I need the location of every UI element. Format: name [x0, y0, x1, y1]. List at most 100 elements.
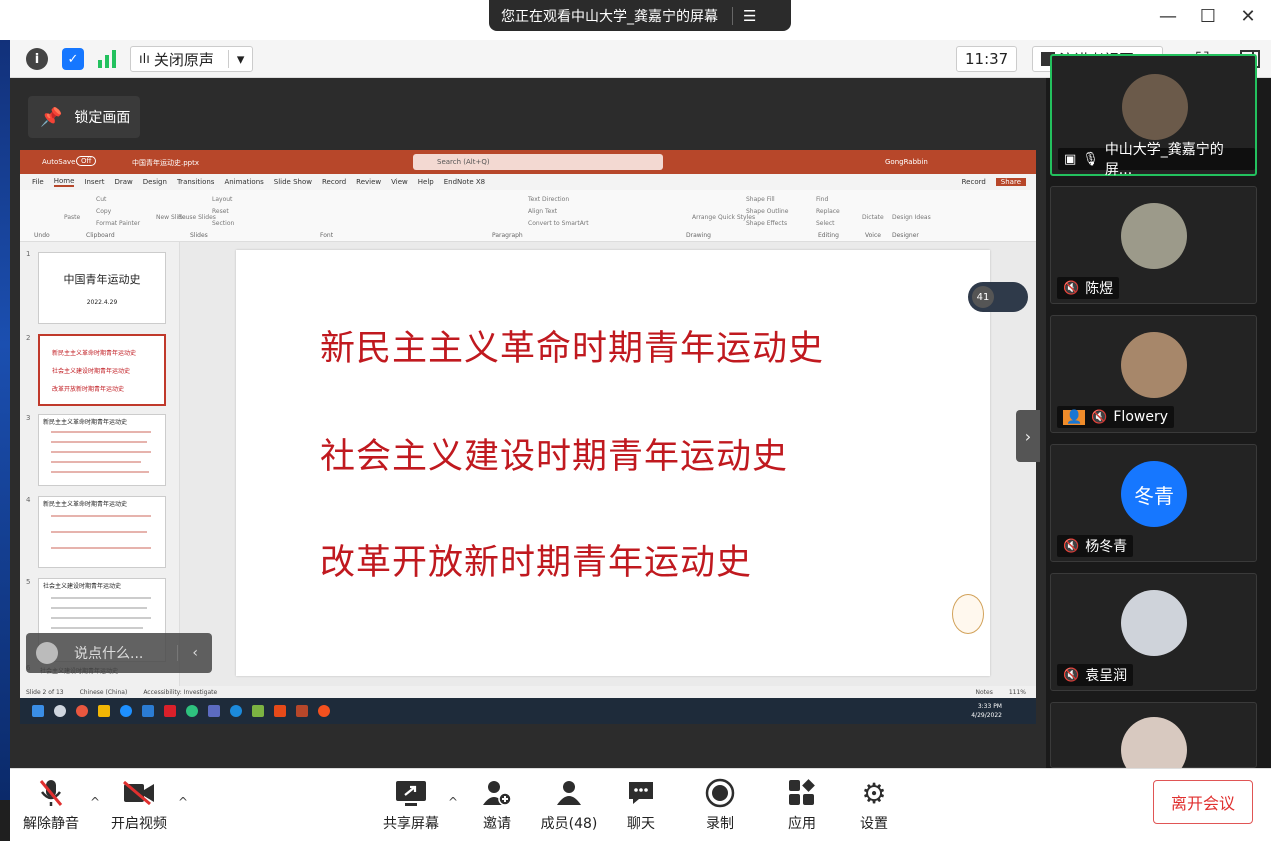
settings-button[interactable]: ⚙ 设置	[839, 777, 909, 833]
ribbon-reset[interactable]: Reset	[212, 208, 229, 215]
ribbon-smartart[interactable]: Convert to SmartArt	[528, 220, 589, 227]
ppt-menu-animations[interactable]: Animations	[224, 178, 263, 186]
unmute-button[interactable]: 解除静音	[16, 777, 86, 833]
ribbon-section[interactable]: Section	[212, 220, 234, 227]
status-zoom[interactable]: 111%	[1009, 689, 1026, 696]
start-video-button[interactable]: 开启视频	[104, 777, 174, 833]
slide-thumb-1[interactable]: 中国青年运动史 2022.4.29	[38, 252, 166, 324]
minimize-icon[interactable]: —	[1153, 6, 1183, 27]
ppt-menu-endnote[interactable]: EndNote X8	[444, 178, 485, 186]
menu-icon[interactable]: ☰	[743, 7, 756, 25]
video-options-caret[interactable]: ^	[178, 795, 188, 809]
comment-input[interactable]: 说点什么... ‹	[26, 633, 212, 673]
ribbon-shape-fill[interactable]: Shape Fill	[746, 196, 775, 203]
collapse-icon[interactable]: ‹	[177, 645, 212, 661]
ppt-share-button[interactable]: Share	[995, 178, 1026, 186]
close-icon[interactable]: ✕	[1233, 6, 1263, 27]
slide-thumb-2[interactable]: 新民主主义革命时期青年运动史 社会主义建设时期青年运动史 改革开放新时期青年运动…	[38, 334, 166, 406]
emoji-icon[interactable]	[36, 642, 58, 664]
ppt-search-input[interactable]: Search (Alt+Q)	[413, 154, 663, 170]
ribbon-shape-effects[interactable]: Shape Effects	[746, 220, 787, 227]
app-icon[interactable]	[230, 705, 242, 717]
ppt-user-name: GongRabbin	[885, 158, 928, 166]
ppt-menu-transitions[interactable]: Transitions	[177, 178, 215, 186]
maximize-icon[interactable]: ☐	[1193, 6, 1223, 27]
share-screen-button[interactable]: 共享屏幕	[376, 777, 446, 833]
ppt-menu-record[interactable]: Record	[322, 178, 346, 186]
ribbon-arrange[interactable]: Arrange	[692, 214, 716, 221]
ppt-menu-home[interactable]: Home	[53, 177, 75, 187]
status-notes[interactable]: Notes	[976, 689, 993, 696]
ppt-menu-view[interactable]: View	[391, 178, 408, 186]
signal-icon[interactable]	[96, 48, 118, 70]
app-icon[interactable]	[274, 705, 286, 717]
ribbon-find[interactable]: Find	[816, 196, 828, 203]
comment-placeholder: 说点什么...	[74, 646, 144, 662]
host-icon: 👤	[1063, 409, 1086, 425]
mascot-icon	[952, 594, 984, 634]
participant-tile[interactable]: ▣ 🎙 中山大学_龚嘉宁的屏...	[1050, 54, 1257, 178]
ppt-menu-help[interactable]: Help	[418, 178, 434, 186]
ribbon-replace[interactable]: Replace	[816, 208, 840, 215]
browser-icon[interactable]	[76, 705, 88, 717]
participant-tile[interactable]: 🔇 陈煜	[1050, 186, 1257, 304]
members-button[interactable]: 成员(48)	[534, 777, 604, 833]
record-button[interactable]: 录制	[685, 777, 755, 833]
windows-start-icon[interactable]	[32, 705, 44, 717]
share-options-caret[interactable]: ^	[448, 795, 458, 809]
word-icon[interactable]	[142, 705, 154, 717]
ribbon-layout[interactable]: Layout	[212, 196, 232, 203]
current-slide[interactable]: 新民主主义革命时期青年运动史 社会主义建设时期青年运动史 改革开放新时期青年运动…	[236, 250, 990, 676]
shield-icon[interactable]: ✓	[62, 48, 84, 70]
app-icon[interactable]	[208, 705, 220, 717]
folder-icon[interactable]	[98, 705, 110, 717]
app-icon[interactable]	[164, 705, 176, 717]
ppt-menu-design[interactable]: Design	[143, 178, 167, 186]
participant-tile[interactable]: 👤 🔇 Flowery	[1050, 315, 1257, 433]
wechat-icon[interactable]	[186, 705, 198, 717]
audio-options-caret[interactable]: ^	[90, 795, 100, 809]
invite-button[interactable]: 邀请	[462, 777, 532, 833]
ppt-menu-file[interactable]: File	[32, 178, 44, 186]
app-icon[interactable]	[318, 705, 330, 717]
apps-button[interactable]: 应用	[767, 777, 837, 833]
ribbon-shape-outline[interactable]: Shape Outline	[746, 208, 788, 215]
ribbon-align-text[interactable]: Align Text	[528, 208, 557, 215]
viewing-indicator[interactable]: 您正在观看中山大学_龚嘉宁的屏幕 ☰	[489, 0, 791, 31]
ppt-menu-slideshow[interactable]: Slide Show	[274, 178, 312, 186]
participant-name-tag: 🔇 陈煜	[1057, 277, 1120, 299]
lock-screen-button[interactable]: 📌 锁定画面	[28, 96, 140, 138]
ribbon-select[interactable]: Select	[816, 220, 835, 227]
chat-icon	[606, 777, 676, 809]
ribbon-format-painter[interactable]: Format Painter	[96, 220, 140, 227]
slide-text-line-3: 改革开放新时期青年运动史	[320, 543, 753, 583]
ppt-menu-draw[interactable]: Draw	[114, 178, 132, 186]
ribbon-design-ideas[interactable]: Design Ideas	[892, 214, 931, 221]
leave-meeting-button[interactable]: 离开会议	[1153, 780, 1253, 824]
ribbon-text-direction[interactable]: Text Direction	[528, 196, 569, 203]
ppt-record-button[interactable]: Record	[962, 178, 986, 186]
info-icon[interactable]: i	[26, 48, 48, 70]
chevron-down-icon[interactable]: ▾	[227, 50, 244, 68]
ribbon-reuse-slides[interactable]: Reuse Slides	[178, 214, 216, 221]
ribbon-paste[interactable]: Paste	[64, 214, 80, 221]
status-accessibility[interactable]: Accessibility: Investigate	[143, 689, 217, 696]
ribbon-copy[interactable]: Copy	[96, 208, 111, 215]
participant-tile[interactable]	[1050, 702, 1257, 783]
autosave-toggle[interactable]: Off	[76, 156, 97, 166]
slide-thumb-4[interactable]: 新民主主义革命时期青年运动史	[38, 496, 166, 568]
powerpoint-icon[interactable]	[296, 705, 308, 717]
expand-panel-icon[interactable]: ›	[1016, 410, 1040, 462]
chat-button[interactable]: 聊天	[606, 777, 676, 833]
participant-tile[interactable]: 冬青 🔇 杨冬青	[1050, 444, 1257, 562]
ppt-menu-insert[interactable]: Insert	[84, 178, 104, 186]
ribbon-cut[interactable]: Cut	[96, 196, 106, 203]
mute-original-button[interactable]: ılı 关闭原声 ▾	[130, 46, 254, 72]
edge-icon[interactable]	[120, 705, 132, 717]
app-icon[interactable]	[252, 705, 264, 717]
ribbon-dictate[interactable]: Dictate	[862, 214, 884, 221]
ppt-menu-review[interactable]: Review	[356, 178, 381, 186]
search-icon[interactable]	[54, 705, 66, 717]
participant-tile[interactable]: 🔇 袁呈润	[1050, 573, 1257, 691]
slide-thumb-3[interactable]: 新民主主义革命时期青年运动史	[38, 414, 166, 486]
